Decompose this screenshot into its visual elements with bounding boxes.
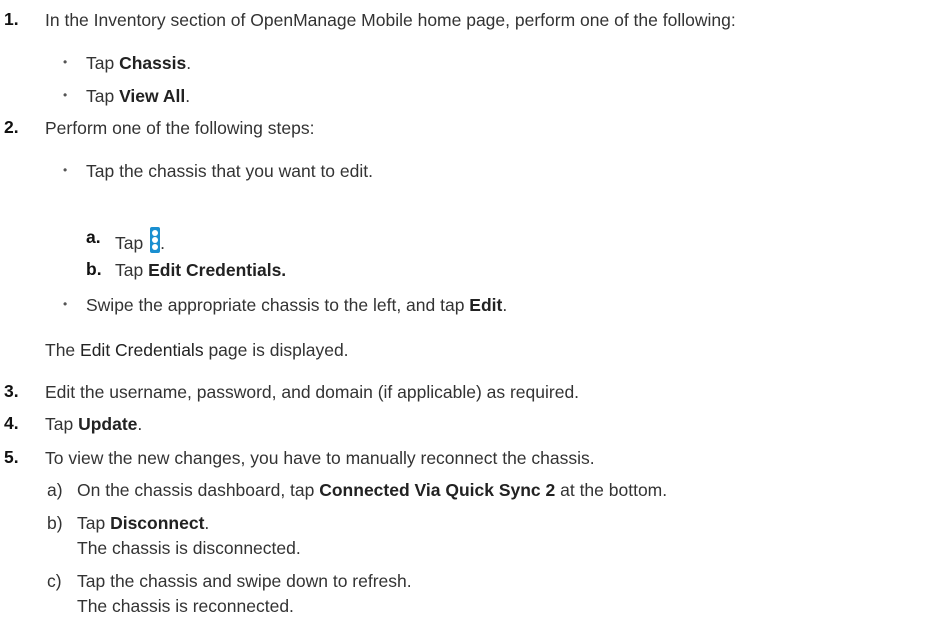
step-5b-label: b): [47, 513, 63, 533]
edit-credentials-label: Edit Credentials.: [148, 260, 287, 280]
bullet: •: [63, 88, 68, 102]
more-vertical-icon: [150, 227, 161, 253]
step-3-number: 3.: [4, 381, 19, 401]
step-2-option-tap-chassis: Tap the chassis that you want to edit.: [86, 161, 373, 181]
step-5a-text: On the chassis dashboard, tap Connected …: [77, 480, 668, 500]
step-4-text: Tap Update.: [45, 414, 143, 434]
view-all-label: View All: [119, 86, 186, 106]
step-2-number: 2.: [4, 117, 19, 137]
step-5b-text: Tap Disconnect.: [77, 513, 210, 533]
step-2a-label: a.: [86, 227, 101, 247]
step-1-option-view-all: Tap View All.: [86, 86, 191, 106]
update-label: Update: [78, 414, 138, 434]
step-2-result: The Edit Credentials page is displayed.: [45, 340, 349, 360]
step-5c-result: The chassis is reconnected.: [77, 596, 294, 616]
step-5-number: 5.: [4, 447, 19, 467]
edit-label: Edit: [469, 295, 503, 315]
step-1-number: 1.: [4, 9, 19, 29]
step-2-text: Perform one of the following steps:: [45, 118, 315, 138]
edit-credentials-page-name: Edit Credentials: [80, 340, 204, 360]
bullet: •: [63, 163, 68, 177]
step-4-number: 4.: [4, 413, 19, 433]
step-5-text: To view the new changes, you have to man…: [45, 448, 595, 468]
connected-via-quick-sync-label: Connected Via Quick Sync 2: [319, 480, 556, 500]
step-5c-label: c): [47, 571, 62, 591]
step-1-text: In the Inventory section of OpenManage M…: [45, 10, 736, 30]
chassis-label: Chassis: [119, 53, 187, 73]
step-5b-result: The chassis is disconnected.: [77, 538, 301, 558]
step-2-option-swipe: Swipe the appropriate chassis to the lef…: [86, 295, 508, 315]
disconnect-label: Disconnect: [110, 513, 205, 533]
step-5a-label: a): [47, 480, 63, 500]
step-2a-text: Tap .: [115, 227, 165, 254]
step-3-text: Edit the username, password, and domain …: [45, 382, 580, 402]
bullet: •: [63, 55, 68, 69]
step-1-option-chassis: Tap Chassis.: [86, 53, 192, 73]
step-5c-text: Tap the chassis and swipe down to refres…: [77, 571, 412, 591]
bullet: •: [63, 297, 68, 311]
step-2b-text: Tap Edit Credentials.: [115, 260, 287, 280]
step-2b-label: b.: [86, 259, 102, 279]
